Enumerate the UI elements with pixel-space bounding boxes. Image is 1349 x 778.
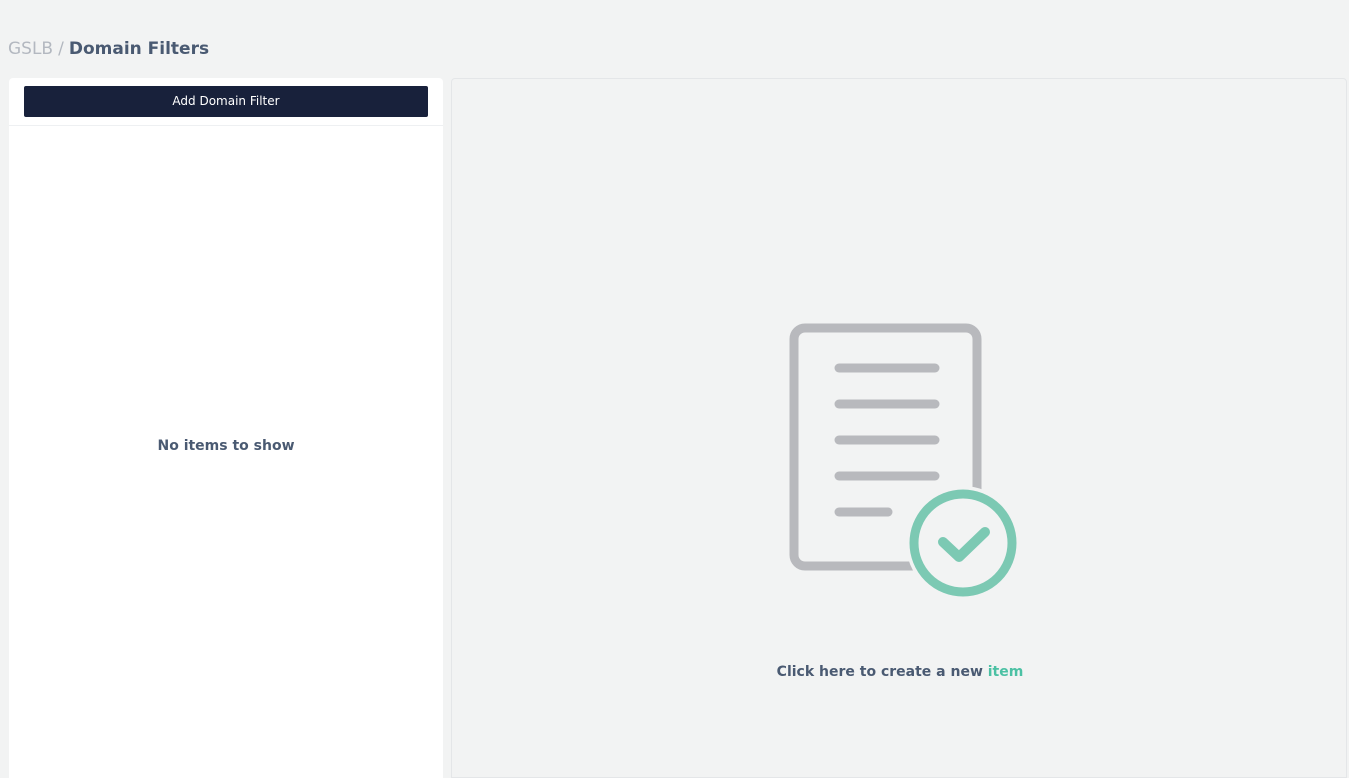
breadcrumb-parent[interactable]: GSLB: [8, 39, 53, 59]
breadcrumb-separator: /: [58, 39, 64, 59]
empty-list-message: No items to show: [157, 438, 295, 454]
document-check-icon[interactable]: [788, 322, 1020, 608]
detail-panel: Click here to create a new item: [451, 78, 1347, 778]
page-title: Domain Filters: [68, 39, 210, 59]
add-domain-filter-button[interactable]: Add Domain Filter: [24, 86, 428, 117]
panel-divider: [9, 125, 443, 126]
breadcrumb: GSLB / Domain Filters: [8, 38, 209, 60]
create-link-text: Click here to create a new: [776, 664, 983, 680]
domain-filter-list-panel: Add Domain Filter No items to show: [9, 78, 443, 778]
create-link-accent[interactable]: item: [988, 664, 1024, 680]
create-new-item-link[interactable]: Click here to create a new item: [452, 664, 1348, 680]
